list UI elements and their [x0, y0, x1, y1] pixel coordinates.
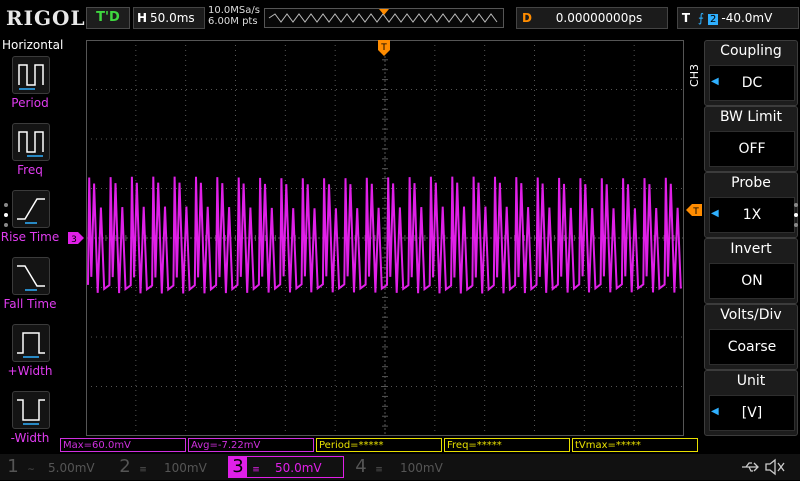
period-icon — [12, 56, 50, 94]
trigger-level-label: T — [692, 207, 699, 216]
measurement-freq[interactable]: Freq=***** — [444, 438, 570, 452]
ch1-coupling-icon: ~ — [27, 465, 35, 475]
channel-menu-title: CH3 — [688, 64, 701, 87]
delay-key: D — [522, 11, 532, 25]
ch4-scale: 100mV — [400, 461, 443, 475]
left-arrow-icon: ◀ — [711, 76, 719, 87]
left-arrow-icon: ◀ — [711, 406, 719, 417]
waveform-graticule[interactable] — [86, 40, 684, 436]
coupling-label: Coupling — [720, 43, 782, 59]
ch3-number: 3 — [229, 457, 247, 477]
timebase-key: H — [136, 11, 148, 25]
rigol-logo: RIGOL — [6, 6, 86, 30]
ch4-status[interactable]: 4 ≡ 100mV — [352, 456, 456, 478]
fall-time-label: Fall Time — [3, 297, 57, 311]
coupling-button[interactable]: Coupling DC ◀ — [704, 40, 798, 106]
trigger-position-marker[interactable]: T — [378, 40, 390, 56]
ch1-scale: 5.00mV — [48, 461, 95, 475]
ch3-offset-marker[interactable]: 3 — [68, 232, 84, 244]
measurement-period[interactable]: Period=***** — [316, 438, 442, 452]
trigger-source: 2 — [708, 14, 719, 25]
ch2-scale: 100mV — [164, 461, 207, 475]
memory-depth: 6.00M pts — [208, 16, 258, 27]
ch4-number: 4 — [355, 456, 367, 477]
trigger-level: -40.0mV — [721, 11, 773, 25]
top-status-bar: RIGOL T'D H 50.0ms 10.0MSa/s 6.00M pts D 0… — [0, 0, 800, 36]
fall-time-icon — [12, 257, 50, 295]
probe-button[interactable]: Probe 1X ◀ — [704, 172, 798, 238]
measurement-bar: Max=60.0mV Avg=-7.22mV Period=***** Freq… — [60, 436, 700, 454]
ch3-status[interactable]: 3 ≡ 50.0mV — [228, 456, 344, 478]
unit-label: Unit — [736, 373, 766, 389]
invert-label: Invert — [730, 241, 772, 257]
trigger-level-marker[interactable]: T — [686, 204, 702, 216]
neg-width-label: -Width — [10, 431, 50, 445]
volts-div-label: Volts/Div — [720, 307, 782, 323]
trigger-status: T'D — [86, 7, 130, 29]
ch2-coupling-icon: ≡ — [139, 465, 147, 475]
rise-time-icon — [12, 190, 50, 228]
volts-div-button[interactable]: Volts/Div Coarse — [704, 304, 798, 370]
measure-menu-title: Horizontal — [2, 38, 64, 52]
menu-page-indicator-icon — [4, 203, 8, 227]
trigger-display[interactable]: T ⨍ 2 -40.0mV — [677, 7, 799, 29]
invert-value: ON — [709, 263, 795, 299]
trigger-position-label: T — [380, 43, 387, 53]
neg-width-icon — [12, 391, 50, 429]
measurement-avg[interactable]: Avg=-7.22mV — [188, 438, 314, 452]
measure-pos-width-button[interactable]: +Width — [0, 324, 60, 388]
ch3-coupling-icon: ≡ — [252, 465, 260, 475]
pos-width-label: +Width — [7, 364, 53, 378]
ch3-waveform — [87, 176, 682, 294]
measure-menu: Horizontal Period Freq Rise Time Fall Ti… — [0, 36, 64, 455]
ch3-offset-label: 3 — [71, 235, 77, 244]
measure-freq-button[interactable]: Freq — [0, 123, 60, 187]
measure-fall-time-button[interactable]: Fall Time — [0, 257, 60, 321]
freq-label: Freq — [17, 163, 43, 177]
bw-limit-value: OFF — [709, 131, 795, 167]
timebase-display[interactable]: H 50.0ms — [133, 7, 205, 29]
usb-icon — [742, 462, 759, 472]
bw-limit-button[interactable]: BW Limit OFF — [704, 106, 798, 172]
ch1-status[interactable]: 1 ~5.00mV — [4, 456, 108, 478]
trigger-key: T — [681, 11, 691, 25]
unit-button[interactable]: Unit [V] ◀ — [704, 370, 798, 436]
memory-timeline[interactable] — [264, 8, 504, 28]
measure-period-button[interactable]: Period — [0, 56, 60, 120]
ch4-coupling-icon: ≡ — [375, 465, 383, 475]
coupling-value: DC — [709, 65, 795, 101]
rise-time-label: Rise Time — [0, 230, 60, 244]
unit-value: [V] — [709, 395, 795, 431]
delay-display[interactable]: D 0.00000000ps — [516, 7, 668, 29]
left-arrow-icon: ◀ — [711, 208, 719, 219]
freq-icon — [12, 123, 50, 161]
volts-div-value: Coarse — [709, 329, 795, 365]
measurement-tvmax[interactable]: tVmax=***** — [572, 438, 698, 452]
pos-width-icon — [12, 324, 50, 362]
probe-value: 1X — [709, 197, 795, 233]
measure-neg-width-button[interactable]: -Width — [0, 391, 60, 455]
timeline-waveform-icon — [268, 9, 498, 23]
ch2-number: 2 — [119, 456, 131, 477]
ch1-number: 1 — [7, 456, 19, 477]
channel-status-bar: 1 ~5.00mV 2 ≡ 100mV 3 ≡ 50.0mV 4 ≡ 100mV — [0, 454, 800, 480]
right-page-indicator-icon — [794, 203, 798, 227]
sample-rate: 10.0MSa/s — [208, 5, 260, 16]
delay-value: 0.00000000ps — [555, 11, 643, 25]
acquisition-info: 10.0MSa/s 6.00M pts — [208, 5, 260, 27]
bw-limit-label: BW Limit — [719, 109, 783, 125]
ch2-status[interactable]: 2 ≡ 100mV — [116, 456, 220, 478]
ch3-scale: 50.0mV — [275, 461, 322, 475]
probe-label: Probe — [731, 175, 771, 191]
speaker-muted-icon[interactable] — [764, 457, 786, 477]
measurement-max[interactable]: Max=60.0mV — [60, 438, 186, 452]
invert-button[interactable]: Invert ON — [704, 238, 798, 304]
period-label: Period — [11, 96, 49, 110]
timebase-value: 50.0ms — [150, 11, 195, 25]
rising-edge-icon: ⨍ — [697, 11, 705, 25]
